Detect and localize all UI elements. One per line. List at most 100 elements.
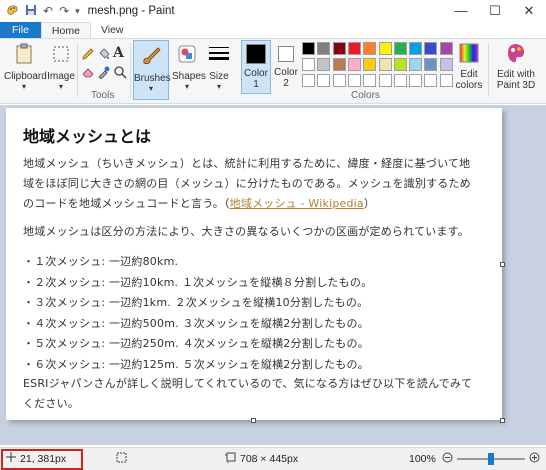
customize-qa-icon[interactable]: ▾ <box>75 6 80 17</box>
palette-swatch[interactable] <box>302 74 315 87</box>
palette-swatch[interactable] <box>409 74 423 87</box>
color-picker-icon[interactable] <box>97 65 111 82</box>
brushes-dropdown-icon: ▾ <box>148 84 153 93</box>
color2-swatch <box>278 46 294 62</box>
palette-swatch[interactable] <box>302 58 315 71</box>
paragraph-1-line-3-text: のコードを地域メッシュコードと言う。（ <box>23 197 230 210</box>
resize-handle-right[interactable] <box>500 262 505 267</box>
palette-swatch[interactable] <box>317 74 331 87</box>
palette-swatch[interactable] <box>332 58 346 71</box>
palette-swatch[interactable] <box>409 42 423 55</box>
palette-swatch[interactable] <box>363 42 377 55</box>
image-dropdown-icon: ▾ <box>58 82 63 91</box>
minimize-button[interactable]: — <box>444 0 478 22</box>
color1-swatch <box>246 44 266 64</box>
palette-swatch[interactable] <box>378 74 392 87</box>
edit-colors-label-2: colors <box>455 80 483 91</box>
palette-swatch[interactable] <box>363 58 377 71</box>
size-button[interactable]: Size ▾ <box>204 39 234 99</box>
zoom-in-icon[interactable] <box>529 452 540 466</box>
color1-button[interactable]: Color 1 <box>241 40 271 94</box>
close-button[interactable]: ✕ <box>512 0 546 22</box>
clipboard-label: Clipboard <box>4 71 47 82</box>
edit-colors-icon <box>458 42 480 64</box>
palette-swatch[interactable] <box>393 42 407 55</box>
palette-swatch[interactable] <box>347 74 361 87</box>
color2-button[interactable]: Color 2 <box>273 40 299 94</box>
palette-swatch[interactable] <box>332 42 346 55</box>
palette-swatch[interactable] <box>317 42 331 55</box>
palette-swatch[interactable] <box>393 58 407 71</box>
palette-swatch[interactable] <box>393 74 407 87</box>
paragraph-1: 地域メッシュ（ちいきメッシュ）とは、統計に利用するために、緯度・経度に基づいて地… <box>23 154 498 214</box>
color1-num: 1 <box>253 79 259 90</box>
paint3d-icon <box>505 42 527 64</box>
edit-paint3d-button[interactable]: Edit with Paint 3D <box>490 39 542 99</box>
palette-swatch[interactable] <box>409 58 423 71</box>
tab-file[interactable]: File <box>0 22 41 38</box>
list-item: ・３次メッシュ: 一辺約1km. ２次メッシュを縦横10分割したもの。 <box>23 296 369 310</box>
palette-swatch[interactable] <box>439 42 453 55</box>
text-tool-icon[interactable]: A <box>113 45 124 61</box>
ribbon: Clipboard ▾ Image ▾ A Tools Brushes ▾ Sh… <box>0 38 546 104</box>
shapes-button[interactable]: Shapes ▾ <box>172 39 206 99</box>
status-bar: 21, 381px 708 × 445px 100% <box>0 447 546 470</box>
edit-colors-button[interactable]: Edit colors <box>455 39 483 99</box>
magnifier-icon[interactable] <box>113 65 127 82</box>
ribbon-divider <box>130 43 131 97</box>
palette-swatch[interactable] <box>317 58 331 71</box>
paragraph-3-line-1: ESRIジャパンさんが詳しく説明してくれているので、気になる方はぜひ以下を読んで… <box>23 377 473 390</box>
select-icon <box>50 43 72 65</box>
zoom-out-icon[interactable] <box>442 452 453 466</box>
canvas-area[interactable]: 地域メッシュとは 地域メッシュ（ちいきメッシュ）とは、統計に利用するために、緯度… <box>0 105 546 445</box>
palette-swatch[interactable] <box>424 58 438 71</box>
redo-icon[interactable]: ↷ <box>59 4 69 18</box>
palette-swatch[interactable] <box>439 58 453 71</box>
palette-swatch[interactable] <box>439 74 453 87</box>
palette-swatch[interactable] <box>378 58 392 71</box>
paragraph-1-line-3-close: ） <box>363 197 376 210</box>
palette-swatch[interactable] <box>424 74 438 87</box>
shapes-label: Shapes <box>172 71 206 82</box>
palette-swatch[interactable] <box>347 58 361 71</box>
image-size: 708 × 445px <box>225 452 298 466</box>
zoom-level-value: 100% <box>409 453 436 465</box>
undo-icon[interactable]: ↶ <box>43 4 53 18</box>
maximize-button[interactable]: ☐ <box>478 0 512 22</box>
document-title: 地域メッシュとは <box>23 127 152 146</box>
size-dropdown-icon: ▾ <box>216 82 221 91</box>
palette-swatch[interactable] <box>378 42 392 55</box>
image-canvas[interactable]: 地域メッシュとは 地域メッシュ（ちいきメッシュ）とは、統計に利用するために、緯度… <box>6 108 502 420</box>
image-button[interactable]: Image ▾ <box>46 39 76 99</box>
clipboard-button[interactable]: Clipboard ▾ <box>4 39 47 99</box>
fill-icon[interactable] <box>97 47 111 64</box>
palette-swatch[interactable] <box>347 42 361 55</box>
tools-label: Tools <box>91 90 115 101</box>
paint-app-icon <box>6 3 19 19</box>
window-title: mesh.png - Paint <box>87 5 175 17</box>
pencil-icon[interactable] <box>81 47 95 64</box>
palette-swatch[interactable] <box>363 74 377 87</box>
quick-access-toolbar: ↶ ↷ ▾ <box>0 0 80 22</box>
wikipedia-link: 地域メッシュ - Wikipedia <box>229 197 364 210</box>
image-label: Image <box>47 71 75 82</box>
tab-home[interactable]: Home <box>40 22 91 38</box>
resize-handle-bottom[interactable] <box>251 418 256 423</box>
zoom-slider[interactable] <box>456 453 525 465</box>
color2-label: Color <box>274 67 298 78</box>
shapes-icon <box>176 43 198 65</box>
eraser-icon[interactable] <box>81 65 95 82</box>
line-size-icon <box>208 43 230 65</box>
palette-swatch[interactable] <box>302 42 315 55</box>
palette-swatch[interactable] <box>424 42 438 55</box>
save-icon[interactable] <box>25 4 37 19</box>
brush-icon <box>140 45 162 67</box>
resize-handle-corner[interactable] <box>500 418 505 423</box>
brushes-button[interactable]: Brushes ▾ <box>133 40 171 100</box>
tab-view[interactable]: View <box>91 22 134 38</box>
size-label: Size <box>209 71 229 82</box>
zoom-slider-thumb[interactable] <box>487 453 494 465</box>
palette-swatch[interactable] <box>332 74 346 87</box>
image-size-icon <box>225 452 236 466</box>
selection-icon <box>116 452 127 466</box>
